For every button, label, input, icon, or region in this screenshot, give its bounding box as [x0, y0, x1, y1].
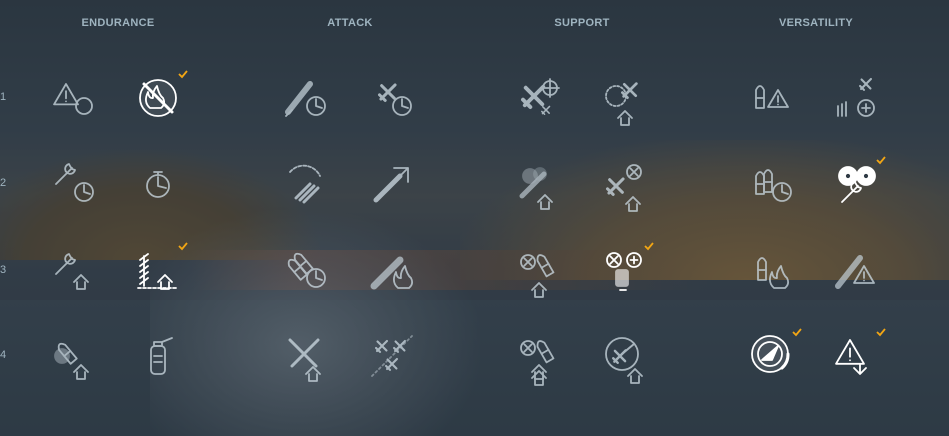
stopwatch-skill[interactable]	[134, 160, 182, 208]
plane-radar-up-icon	[605, 82, 638, 126]
plane-timer-icon	[378, 83, 412, 116]
shell-fire-alt-skill[interactable]	[748, 246, 796, 294]
shell-range-up-skill[interactable]	[368, 160, 416, 208]
consumable-up-skill[interactable]	[514, 246, 562, 298]
shells-timer-alt-icon	[755, 169, 792, 202]
row-label-2: 2	[0, 177, 7, 189]
checkmark-icon	[178, 242, 188, 251]
no-fire-icon	[139, 79, 177, 117]
warning-down-icon	[835, 339, 867, 375]
shells-timer-alt-skill[interactable]	[748, 160, 796, 208]
column-title-support: SUPPORT	[554, 17, 610, 29]
checkmark-icon	[644, 242, 654, 251]
wrench-timer-skill[interactable]	[50, 160, 98, 208]
plane-radar-up-skill[interactable]	[600, 74, 648, 126]
consumable-plus-icon	[606, 252, 642, 291]
torpedo-timer-icon	[285, 81, 326, 117]
radar-sweep-up-skill[interactable]	[600, 332, 648, 384]
stopwatch-icon	[146, 171, 170, 198]
shell-warning-icon	[755, 85, 789, 109]
warning-circle-icon	[53, 83, 93, 115]
row-label-1: 1	[0, 91, 7, 103]
extinguisher-skill[interactable]	[134, 332, 182, 380]
consumable-double-up-icon	[520, 340, 555, 386]
column-title-endurance: ENDURANCE	[81, 17, 155, 29]
consumable-plus-skill[interactable]	[600, 242, 654, 294]
plane-target-icon	[521, 78, 560, 115]
shell-warning-skill[interactable]	[748, 74, 796, 122]
wrench-up-icon	[55, 253, 89, 290]
plane-timer-skill[interactable]	[368, 74, 416, 122]
extinguisher-icon	[150, 337, 173, 375]
consumable-double-up-skill[interactable]	[514, 332, 562, 386]
flooding-up-skill[interactable]	[134, 242, 188, 294]
row-label-3: 3	[0, 264, 7, 276]
torpedo-spread-skill[interactable]	[282, 160, 330, 208]
plane-bomb-plus-icon	[837, 78, 875, 117]
shells-timer-skill[interactable]	[282, 246, 330, 294]
plane-bomb-plus-skill[interactable]	[832, 74, 880, 122]
wrench-timer-icon	[55, 163, 94, 202]
shells-timer-icon	[287, 252, 326, 288]
shell-range-up-icon	[373, 167, 409, 203]
smoke-up-icon	[519, 167, 553, 210]
shell-fire-alt-icon	[757, 257, 790, 289]
checkmark-icon	[876, 156, 886, 165]
flooding-up-icon	[137, 253, 179, 290]
plane-repair-up-skill[interactable]	[600, 160, 648, 212]
wrench-up-skill[interactable]	[50, 246, 98, 294]
crossed-shells-up-icon	[288, 338, 321, 382]
checkmark-icon	[876, 328, 886, 337]
radar-sweep-up-icon	[605, 337, 643, 384]
radar-compass-skill[interactable]	[748, 328, 802, 380]
column-title-attack: ATTACK	[327, 17, 373, 29]
shell-impact-up-skill[interactable]	[50, 332, 98, 380]
shell-fire-skill[interactable]	[368, 246, 416, 294]
crossed-shells-up-skill[interactable]	[282, 332, 330, 382]
smoke-up-skill[interactable]	[514, 160, 562, 210]
torpedo-spread-icon	[289, 164, 321, 204]
radar-compass-icon	[751, 335, 790, 373]
warning-circle-skill[interactable]	[50, 74, 98, 122]
plane-squadron-icon	[371, 335, 413, 377]
plane-target-skill[interactable]	[514, 74, 562, 122]
gears-wrench-icon	[838, 166, 876, 203]
shell-fire-icon	[370, 256, 414, 290]
torpedo-warning-skill[interactable]	[832, 246, 880, 294]
gears-wrench-skill[interactable]	[832, 156, 886, 208]
plane-squadron-skill[interactable]	[368, 332, 416, 380]
plane-repair-up-icon	[606, 164, 642, 212]
shell-impact-up-icon	[54, 342, 89, 380]
no-fire-skill[interactable]	[134, 70, 188, 122]
torpedo-warning-icon	[835, 255, 875, 289]
row-label-4: 4	[0, 349, 7, 361]
column-title-versatility: VERSATILITY	[779, 17, 853, 29]
checkmark-icon	[792, 328, 802, 337]
checkmark-icon	[178, 70, 188, 79]
consumable-up-icon	[520, 254, 555, 298]
warning-down-skill[interactable]	[832, 328, 886, 380]
torpedo-timer-skill[interactable]	[282, 74, 330, 122]
